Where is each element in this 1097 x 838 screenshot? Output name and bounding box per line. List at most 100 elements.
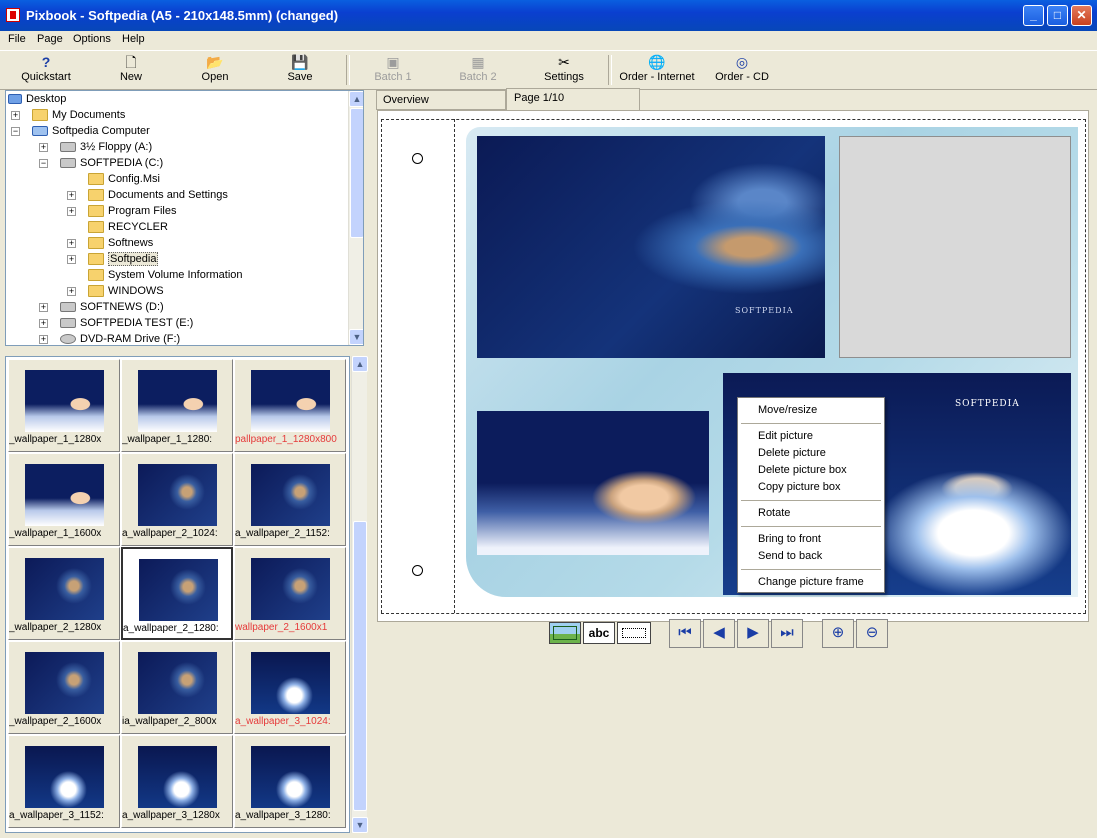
tree-node-system-volume[interactable]: System Volume Information xyxy=(88,267,243,283)
menu-item-send-to-back[interactable]: Send to back xyxy=(758,550,822,562)
tree-node-desktop[interactable]: Desktop xyxy=(8,91,66,107)
thumbnail-item[interactable]: a_wallpaper_2_1024: xyxy=(121,453,233,546)
menu-page[interactable]: Page xyxy=(37,33,63,45)
photo-woman-lying[interactable] xyxy=(477,411,709,555)
menu-item-rotate[interactable]: Rotate xyxy=(758,507,790,519)
text-tool-button[interactable]: abc xyxy=(583,622,615,644)
order-cd-button[interactable]: ◎ Order - CD xyxy=(702,53,782,87)
thumbnail-item[interactable]: a_wallpaper_3_1024: xyxy=(234,641,346,734)
menu-item-change-picture-frame[interactable]: Change picture frame xyxy=(758,576,864,588)
thumbnail-item[interactable]: a_wallpaper_3_1280: xyxy=(234,735,346,828)
expand-toggle[interactable]: + xyxy=(39,335,48,344)
close-button[interactable]: ✕ xyxy=(1071,5,1092,26)
settings-button[interactable]: ✂ Settings xyxy=(524,53,604,87)
menu-options[interactable]: Options xyxy=(73,33,111,45)
scroll-down-arrow-icon[interactable]: ▼ xyxy=(349,329,363,345)
last-page-button[interactable]: ⏭ xyxy=(771,619,803,648)
thumbnail-item[interactable]: _wallpaper_2_1280x xyxy=(8,547,120,640)
menu-item-edit-picture[interactable]: Edit picture xyxy=(758,430,813,442)
thumbnail-item[interactable]: ia_wallpaper_2_800x xyxy=(121,641,233,734)
tree-node-computer[interactable]: Softpedia Computer xyxy=(32,123,150,139)
menu-item-delete-picture[interactable]: Delete picture xyxy=(758,447,826,459)
thumbnail-item[interactable]: a_wallpaper_2_1152: xyxy=(234,453,346,546)
previous-page-button[interactable]: ◀ xyxy=(703,619,735,648)
thumbnail-caption: a_wallpaper_2_1024: xyxy=(122,528,218,539)
previous-page-icon: ◀ xyxy=(713,624,725,641)
computer-icon xyxy=(32,126,48,137)
expand-toggle[interactable]: + xyxy=(11,111,20,120)
tree-node-program-files[interactable]: Program Files xyxy=(88,203,176,219)
thumbnail-item[interactable]: a_wallpaper_3_1152: xyxy=(8,735,120,828)
thumbnail-item[interactable]: _wallpaper_1_1280x xyxy=(8,359,120,452)
expand-toggle[interactable]: + xyxy=(39,319,48,328)
photo-softpedia-s[interactable]: SOFTPEDIA xyxy=(477,136,825,358)
open-button[interactable]: 📂 Open xyxy=(175,53,255,87)
thumbnail-item[interactable]: _wallpaper_1_1600x xyxy=(8,453,120,546)
expand-toggle[interactable]: + xyxy=(67,239,76,248)
next-page-button[interactable]: ▶ xyxy=(737,619,769,648)
next-page-icon: ▶ xyxy=(747,624,759,641)
menu-help[interactable]: Help xyxy=(122,33,145,45)
tree-node-softpedia[interactable]: Softpedia xyxy=(88,251,159,267)
expand-toggle[interactable]: + xyxy=(39,303,48,312)
quickstart-button[interactable]: ? Quickstart xyxy=(6,53,86,87)
tree-node-recycler[interactable]: RECYCLER xyxy=(88,219,168,235)
tree-node-config-msi[interactable]: Config.Msi xyxy=(88,171,160,187)
scroll-up-arrow-icon[interactable]: ▲ xyxy=(352,356,368,372)
thumbnail-item[interactable]: pallpaper_1_1280x800 xyxy=(234,359,346,452)
order-internet-button[interactable]: 🌐 Order - Internet xyxy=(611,53,703,87)
thumbnail-item[interactable]: wallpaper_2_1600x1 xyxy=(234,547,346,640)
collapse-toggle[interactable]: − xyxy=(11,127,20,136)
tree-node-my-documents[interactable]: My Documents xyxy=(32,107,125,123)
empty-picture-box[interactable] xyxy=(839,136,1071,358)
thumbnail-item[interactable]: a_wallpaper_2_1280: xyxy=(121,547,233,640)
tree-node-drive-c[interactable]: SOFTPEDIA (C:) xyxy=(60,155,163,171)
zoom-out-button[interactable]: ⊖ xyxy=(856,619,888,648)
menu-item-copy-picture-box[interactable]: Copy picture box xyxy=(758,481,841,493)
minimize-button[interactable]: _ xyxy=(1023,5,1044,26)
tree-node-windows[interactable]: WINDOWS xyxy=(88,283,164,299)
scroll-thumb[interactable] xyxy=(350,108,363,238)
expand-toggle[interactable]: + xyxy=(67,207,76,216)
collapse-toggle[interactable]: − xyxy=(39,159,48,168)
thumbnail-scrollbar[interactable]: ▲ ▼ xyxy=(351,356,368,833)
menu-item-bring-to-front[interactable]: Bring to front xyxy=(758,533,821,545)
floppy-save-icon: 💾 xyxy=(291,54,309,70)
scroll-up-arrow-icon[interactable]: ▲ xyxy=(349,91,363,107)
tree-node-softnews[interactable]: Softnews xyxy=(88,235,153,251)
page-canvas[interactable]: SOFTPEDIA SOFTPEDIA xyxy=(377,110,1089,622)
tree-node-drive-f[interactable]: DVD-RAM Drive (F:) xyxy=(60,331,180,345)
expand-toggle[interactable]: + xyxy=(67,191,76,200)
tab-overview[interactable]: Overview xyxy=(376,90,506,110)
thumbnail-item[interactable]: _wallpaper_2_1600x xyxy=(8,641,120,734)
folder-tree[interactable]: Desktop + My Documents − Softpedia Compu… xyxy=(5,90,364,346)
batch2-button[interactable]: ▦ Batch 2 xyxy=(438,53,518,87)
tree-node-floppy[interactable]: 3½ Floppy (A:) xyxy=(60,139,152,155)
save-button[interactable]: 💾 Save xyxy=(260,53,340,87)
scroll-down-arrow-icon[interactable]: ▼ xyxy=(352,817,368,833)
zoom-in-button[interactable]: ⊕ xyxy=(822,619,854,648)
thumbnail-grid[interactable]: _wallpaper_1_1280x _wallpaper_1_1280: pall… xyxy=(5,356,350,833)
tree-node-drive-e[interactable]: SOFTPEDIA TEST (E:) xyxy=(60,315,193,331)
grid-tool-button[interactable] xyxy=(617,622,651,644)
tree-node-documents-settings[interactable]: Documents and Settings xyxy=(88,187,228,203)
scroll-thumb[interactable] xyxy=(353,521,367,811)
new-button[interactable]: 🗋 New xyxy=(91,53,171,87)
menu-item-move-resize[interactable]: Move/resize xyxy=(758,404,817,416)
expand-toggle[interactable]: + xyxy=(67,255,76,264)
tree-scrollbar[interactable]: ▲ ▼ xyxy=(348,91,363,345)
thumbnail-item[interactable]: a_wallpaper_3_1280x xyxy=(121,735,233,828)
thumbnail-item[interactable]: _wallpaper_1_1280: xyxy=(121,359,233,452)
expand-toggle[interactable]: + xyxy=(39,143,48,152)
maximize-button[interactable]: □ xyxy=(1047,5,1068,26)
menu-item-delete-picture-box[interactable]: Delete picture box xyxy=(758,464,847,476)
batch1-button[interactable]: ▣ Batch 1 xyxy=(353,53,433,87)
first-page-button[interactable]: ⏮ xyxy=(669,619,701,648)
picture-tool-button[interactable] xyxy=(549,622,581,644)
folder-icon xyxy=(88,237,104,250)
expand-toggle[interactable]: + xyxy=(67,287,76,296)
tree-node-drive-d[interactable]: SOFTNEWS (D:) xyxy=(60,299,164,315)
tab-page[interactable]: Page 1/10 xyxy=(506,88,640,110)
folder-icon xyxy=(88,285,104,298)
menu-file[interactable]: File xyxy=(8,33,26,45)
